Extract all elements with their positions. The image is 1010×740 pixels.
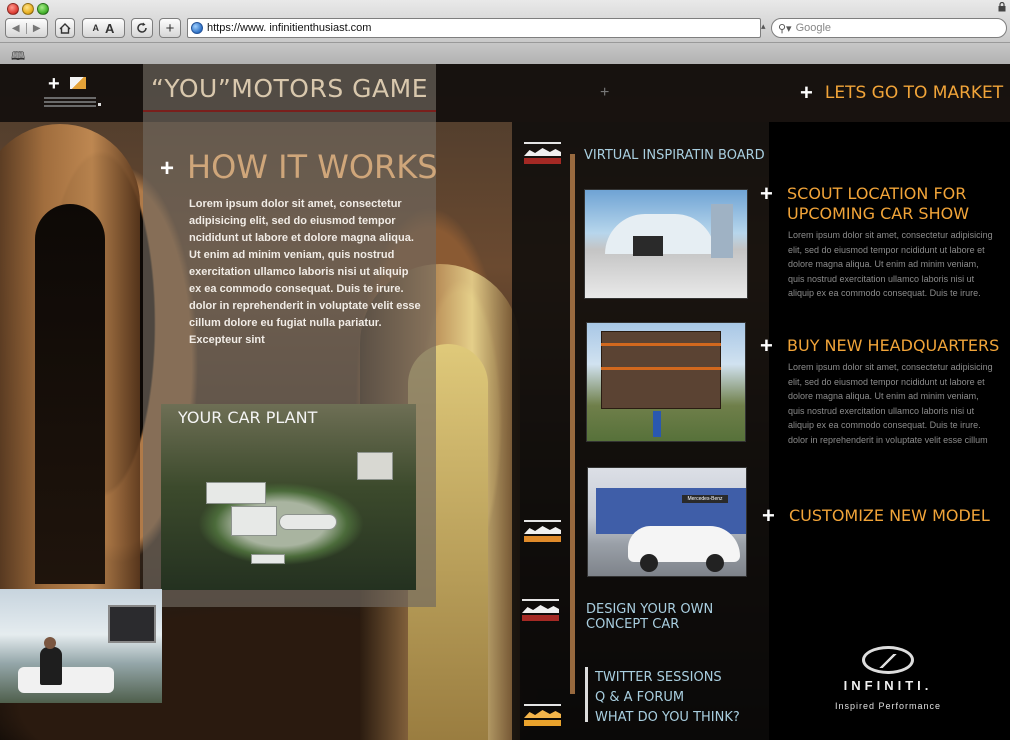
chart-gold-icon (524, 704, 561, 726)
feature-customize-model[interactable]: + CUSTOMIZE NEW MODEL (762, 503, 1002, 530)
search-icon: ⚲▾ (778, 22, 792, 35)
infiniti-emblem-icon (862, 646, 914, 674)
chart-red-icon (524, 142, 561, 164)
twitter-sessions-link[interactable]: TWITTER SESSIONS (595, 668, 740, 688)
qa-forum-link[interactable]: Q & A FORUM (595, 688, 740, 708)
how-it-works-text: Lorem ipsum dolor sit amet, consectetur … (189, 198, 421, 346)
crosshair-plus-icon: + (600, 84, 610, 101)
minimize-window-button[interactable] (22, 3, 34, 15)
car-show-location-image[interactable] (584, 189, 748, 299)
page-content: + “YOU”MOTORS GAME + + LETS GO TO MARKET… (0, 64, 1010, 740)
back-forward-buttons: ◀ ▶ (5, 18, 48, 38)
infiniti-logo[interactable]: INFINITI. Inspired Performance (828, 646, 948, 711)
plus-icon: + (160, 155, 175, 182)
lock-icon (998, 2, 1006, 12)
feature-description: Lorem ipsum dolor sit amet, consectetur … (788, 230, 993, 298)
brand-name: INFINITI. (843, 678, 933, 693)
feature-buy-headquarters[interactable]: + BUY NEW HEADQUARTERS Lorem ipsum dolor… (760, 333, 1000, 456)
background-arch-opening (35, 204, 105, 584)
browser-toolbar: ◀ ▶ A A + https://www. infinitienthusias… (0, 0, 1010, 64)
snapback-arrow-icon[interactable]: ▴ (761, 21, 766, 32)
text-smaller-button[interactable]: A (93, 23, 100, 33)
page-title: “YOU”MOTORS GAME (150, 74, 428, 103)
social-bracket (585, 667, 588, 722)
site-logo[interactable]: + (40, 74, 104, 110)
feature-title: BUY NEW HEADQUARTERS (787, 336, 1000, 355)
search-field[interactable]: ⚲▾ Google (771, 18, 1007, 38)
title-divider (143, 110, 436, 112)
car-plant-title: YOUR CAR PLANT (178, 408, 318, 427)
showroom-sign: Mercedes-Benz (682, 495, 728, 503)
forward-button[interactable]: ▶ (27, 23, 48, 34)
logo-flag-icon (70, 77, 86, 89)
back-button[interactable]: ◀ (6, 22, 27, 34)
headquarters-building-image[interactable] (586, 322, 746, 442)
home-button[interactable] (55, 18, 75, 38)
feature-title: SCOUT LOCATION FOR UPCOMING CAR SHOW (787, 184, 970, 223)
address-bar[interactable]: https://www. infinitienthusiast.com (187, 18, 761, 38)
plus-icon: + (165, 19, 175, 37)
social-links: TWITTER SESSIONS Q & A FORUM WHAT DO YOU… (595, 668, 740, 728)
home-icon (59, 22, 71, 34)
custom-car-showroom-image[interactable]: Mercedes-Benz (587, 467, 747, 577)
reload-button[interactable] (131, 18, 153, 38)
plus-icon: + (800, 80, 813, 105)
timeline-track (570, 154, 575, 694)
how-it-works-heading: HOW IT WORKS (187, 148, 438, 186)
text-size-buttons[interactable]: A A (82, 18, 125, 38)
brand-tagline: Inspired Performance (834, 701, 942, 711)
plus-icon: + (762, 503, 775, 528)
logo-bars-icon (44, 97, 96, 109)
feature-title: CUSTOMIZE NEW MODEL (789, 506, 990, 525)
avatar-lounge-image[interactable] (0, 589, 162, 703)
car-plant-image[interactable]: YOUR CAR PLANT (161, 404, 416, 590)
logo-plus-icon: + (48, 73, 60, 95)
globe-icon (191, 22, 203, 34)
text-larger-button[interactable]: A (105, 21, 114, 36)
bookmarks-bar: 🕮 (0, 42, 1010, 64)
add-bookmark-button[interactable]: + (159, 18, 181, 38)
lets-go-to-market-link[interactable]: + LETS GO TO MARKET (800, 80, 1003, 106)
chart-red-icon (522, 599, 559, 621)
zoom-window-button[interactable] (37, 3, 49, 15)
design-concept-car-link[interactable]: DESIGN YOUR OWN CONCEPT CAR (586, 602, 736, 632)
plus-icon: + (760, 181, 773, 206)
feature-description: Lorem ipsum dolor sit amet, consectetur … (788, 362, 993, 445)
search-placeholder: Google (795, 22, 832, 34)
feature-scout-location[interactable]: + SCOUT LOCATION FOR UPCOMING CAR SHOW L… (760, 181, 1000, 304)
reload-icon (137, 22, 147, 33)
virtual-inspiration-board-link[interactable]: VIRTUAL INSPIRATIN BOARD (584, 148, 765, 163)
url-text: https://www. infinitienthusiast.com (207, 22, 372, 34)
what-do-you-think-link[interactable]: WHAT DO YOU THINK? (595, 708, 740, 728)
close-window-button[interactable] (7, 3, 19, 15)
chart-orange-icon (524, 520, 561, 542)
market-link-label: LETS GO TO MARKET (824, 83, 1004, 103)
plus-icon: + (760, 333, 773, 358)
